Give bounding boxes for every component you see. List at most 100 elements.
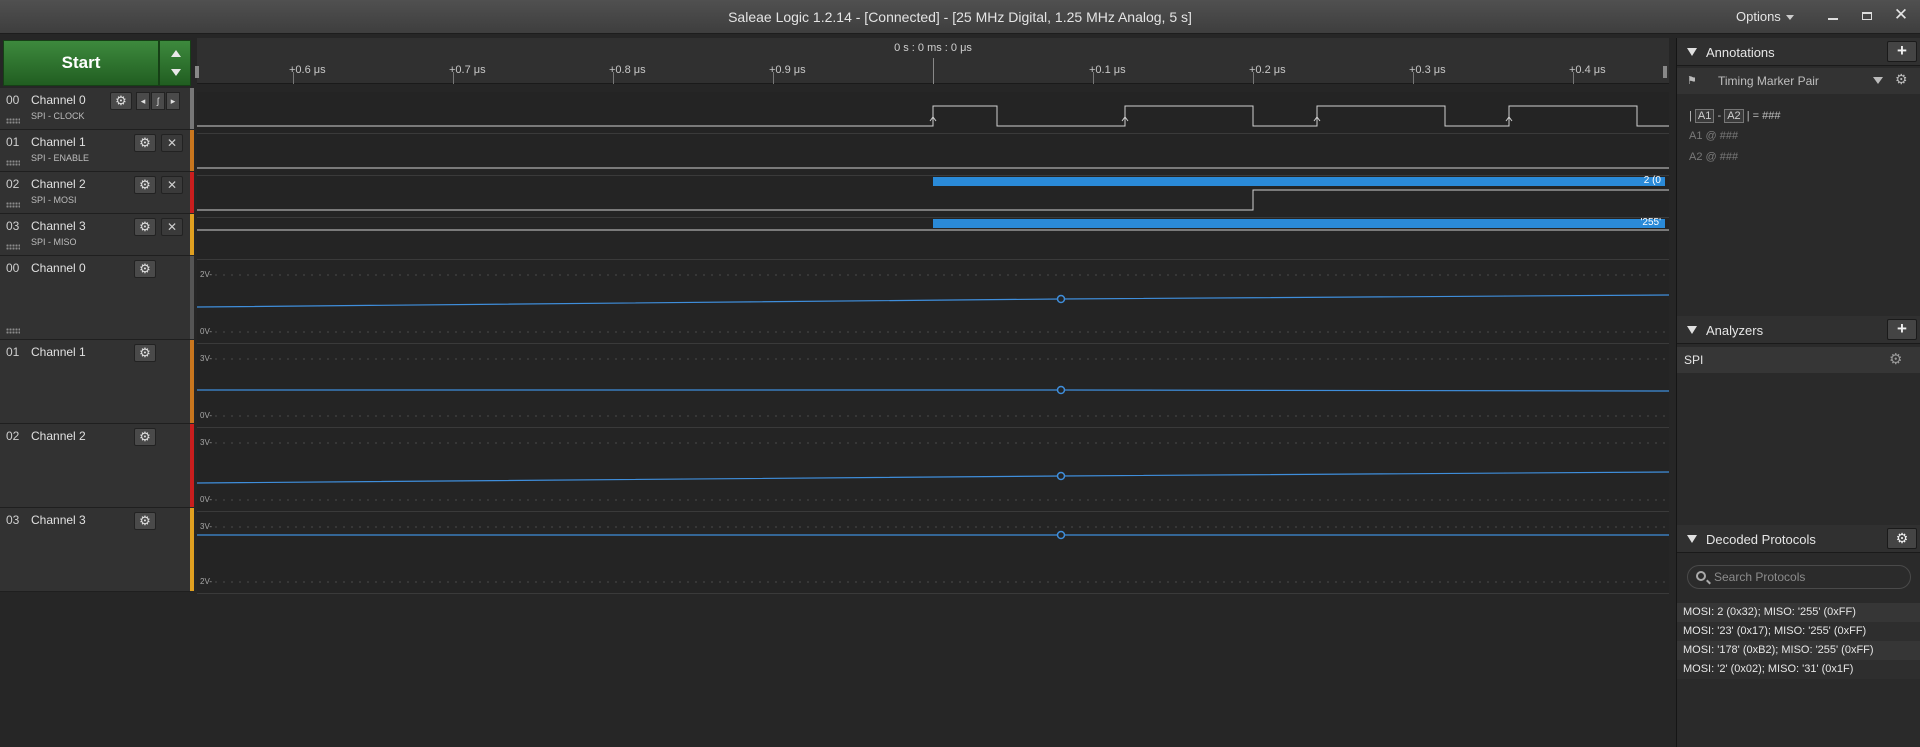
- gear-icon[interactable]: ⚙: [134, 344, 156, 362]
- arrow-down-icon: [171, 69, 181, 76]
- drag-handle-icon[interactable]: [6, 328, 20, 334]
- add-analyzer-button[interactable]: +: [1887, 319, 1917, 340]
- timing-marker-pair-row[interactable]: ⚑ Timing Marker Pair ⚙: [1677, 68, 1920, 94]
- analyzers-header[interactable]: Analyzers +: [1677, 316, 1920, 344]
- drag-handle-icon[interactable]: [6, 202, 20, 208]
- center-time-readout: 0 s : 0 ms : 0 μs: [894, 42, 972, 54]
- waveform-area[interactable]: 2 (0 '255' 2V- 0V- 3V- 0V- 3V- 0V- 3V- 2…: [197, 84, 1669, 594]
- enable-waveform: [197, 167, 1669, 169]
- channel-name: Channel 2: [31, 429, 86, 443]
- time-ruler[interactable]: 0 s : 0 ms : 0 μs +0.6 μs +0.7 μs +0.8 μ…: [195, 38, 1669, 84]
- search-protocols-box[interactable]: [1687, 565, 1911, 589]
- clock-waveform-row[interactable]: [197, 92, 1669, 134]
- analog-channel-2[interactable]: 02 Channel 2 ⚙: [0, 424, 194, 508]
- gear-icon[interactable]: ⚙: [134, 428, 156, 446]
- channel-name: Channel 0: [31, 261, 86, 275]
- chevron-down-icon[interactable]: [1873, 77, 1883, 84]
- decoded-protocols-header[interactable]: Decoded Protocols ⚙: [1677, 525, 1920, 553]
- annotations-header[interactable]: Annotations +: [1677, 38, 1920, 66]
- gear-icon[interactable]: ⚙: [134, 512, 156, 530]
- gear-icon[interactable]: ⚙: [134, 176, 156, 194]
- channel-color-bar: [190, 214, 194, 255]
- clock-waveform: [197, 105, 1669, 127]
- analog-waveform-row-2[interactable]: 3V- 0V-: [197, 428, 1669, 512]
- digital-channel-2[interactable]: 02 Channel 2 SPI - MOSI ⚙ ✕: [0, 172, 194, 214]
- minimize-button[interactable]: [1818, 2, 1848, 28]
- analog-waveform-row-0[interactable]: 2V- 0V-: [197, 260, 1669, 344]
- close-icon[interactable]: ✕: [161, 134, 183, 152]
- channel-list: Start 00 Channel 0 SPI - CLOCK ⚙ ◂ ʃ ▸ 0…: [0, 38, 197, 594]
- channel-name: Channel 0: [31, 93, 86, 107]
- enable-waveform-row[interactable]: [197, 134, 1669, 176]
- gear-icon[interactable]: ⚙: [134, 218, 156, 236]
- start-options-button[interactable]: [159, 40, 191, 86]
- channel-number: 03: [6, 513, 20, 527]
- close-icon[interactable]: ✕: [161, 218, 183, 236]
- channel-color-bar: [190, 172, 194, 213]
- decoded-row[interactable]: MOSI: '23' (0x17); MISO: '255' (0xFF): [1677, 622, 1920, 641]
- tick-label: +0.3 μs: [1409, 64, 1446, 76]
- maximize-button[interactable]: [1852, 2, 1882, 28]
- collapse-triangle-icon[interactable]: [1687, 326, 1697, 334]
- options-menu[interactable]: Options: [1736, 9, 1794, 24]
- scroll-handle-left[interactable]: [195, 66, 199, 78]
- arrow-up-icon: [171, 50, 181, 57]
- chevron-down-icon: [1785, 15, 1794, 21]
- marker-label: Timing Marker Pair: [1718, 74, 1819, 88]
- annotations-title: Annotations: [1706, 45, 1775, 60]
- decoded-row[interactable]: MOSI: '2' (0x02); MISO: '31' (0x1F): [1677, 660, 1920, 679]
- mosi-waveform: [197, 189, 1669, 211]
- analog-channel-3[interactable]: 03 Channel 3 ⚙: [0, 508, 194, 592]
- tick-label: +0.8 μs: [609, 64, 646, 76]
- analog-waveform-row-1[interactable]: 3V- 0V-: [197, 344, 1669, 428]
- gear-icon[interactable]: ⚙: [134, 260, 156, 278]
- trigger-right-icon[interactable]: ▸: [166, 92, 180, 110]
- analog-channel-1[interactable]: 01 Channel 1 ⚙: [0, 340, 194, 424]
- gear-icon[interactable]: ⚙: [110, 92, 132, 110]
- miso-waveform-row[interactable]: '255': [197, 217, 1669, 260]
- drag-handle-icon[interactable]: [6, 160, 20, 166]
- channel-analyzer-label: SPI - ENABLE: [31, 153, 90, 163]
- channel-color-bar: [190, 130, 194, 171]
- add-annotation-button[interactable]: +: [1887, 41, 1917, 62]
- mosi-waveform-row[interactable]: 2 (0: [197, 175, 1669, 218]
- scroll-handle-right[interactable]: [1663, 66, 1667, 78]
- analog-channel-0[interactable]: 00 Channel 0 ⚙: [0, 256, 194, 340]
- trigger-left-icon[interactable]: ◂: [136, 92, 150, 110]
- channel-number: 02: [6, 429, 20, 443]
- decoded-row[interactable]: MOSI: 2 (0x32); MISO: '255' (0xFF): [1677, 603, 1920, 622]
- maximize-icon: [1862, 12, 1872, 21]
- digital-channel-0[interactable]: 00 Channel 0 SPI - CLOCK ⚙ ◂ ʃ ▸: [0, 88, 194, 130]
- close-icon[interactable]: ✕: [161, 176, 183, 194]
- window-title: Saleae Logic 1.2.14 - [Connected] - [25 …: [728, 9, 1192, 25]
- trigger-edge-icon[interactable]: ʃ: [151, 92, 165, 110]
- analog-waveform-1: [197, 358, 1669, 417]
- decoded-settings-button[interactable]: ⚙: [1887, 528, 1917, 549]
- formula-minus: -: [1717, 110, 1722, 122]
- miso-waveform: [197, 229, 1669, 231]
- marker-formula: | A1 - A2 | = ###: [1689, 109, 1781, 123]
- close-window-button[interactable]: ✕: [1886, 2, 1916, 28]
- digital-channel-1[interactable]: 01 Channel 1 SPI - ENABLE ⚙ ✕: [0, 130, 194, 172]
- channel-name: Channel 2: [31, 177, 86, 191]
- decoded-row[interactable]: MOSI: '178' (0xB2); MISO: '255' (0xFF): [1677, 641, 1920, 660]
- channel-number: 02: [6, 177, 20, 191]
- digital-channel-3[interactable]: 03 Channel 3 SPI - MISO ⚙ ✕: [0, 214, 194, 256]
- collapse-triangle-icon[interactable]: [1687, 535, 1697, 543]
- tick-label: +0.4 μs: [1569, 64, 1606, 76]
- minimize-icon: [1828, 18, 1838, 21]
- drag-handle-icon[interactable]: [6, 244, 20, 250]
- start-button[interactable]: Start: [3, 40, 159, 86]
- collapse-triangle-icon[interactable]: [1687, 48, 1697, 56]
- search-input[interactable]: [1714, 569, 1904, 585]
- gear-icon[interactable]: ⚙: [1895, 71, 1908, 88]
- gear-icon[interactable]: ⚙: [134, 134, 156, 152]
- gear-icon[interactable]: ⚙: [1889, 350, 1902, 368]
- analog-waveform-row-3[interactable]: 3V- 2V-: [197, 512, 1669, 594]
- a2-position: A2 @ ###: [1689, 151, 1739, 163]
- channel-analyzer-label: SPI - CLOCK: [31, 111, 85, 121]
- drag-handle-icon[interactable]: [6, 118, 20, 124]
- channel-number: 00: [6, 261, 20, 275]
- title-bar: Saleae Logic 1.2.14 - [Connected] - [25 …: [0, 0, 1920, 34]
- analyzer-item-spi[interactable]: SPI ⚙: [1677, 347, 1920, 373]
